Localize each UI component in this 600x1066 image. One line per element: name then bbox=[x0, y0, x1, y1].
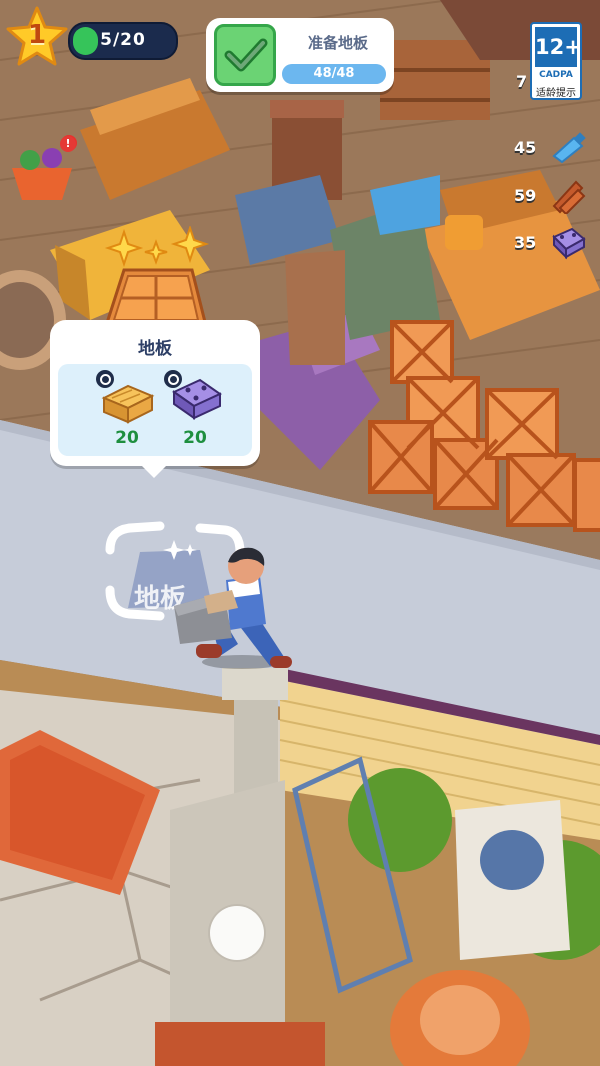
fruit-basket bbox=[12, 168, 72, 200]
popup-title: 地板 bbox=[138, 339, 172, 359]
notification-dot[interactable]: ! bbox=[60, 136, 76, 152]
materials-panel: 20 20 bbox=[58, 364, 252, 456]
floor-tile-icon bbox=[103, 226, 210, 328]
water-bottle-icon bbox=[552, 132, 586, 164]
brown-fridge bbox=[285, 250, 345, 365]
task-progress-text: 48/48 bbox=[313, 66, 355, 81]
resource-metal: 35 bbox=[510, 225, 590, 261]
material-metal[interactable]: 20 bbox=[160, 370, 230, 452]
task-card[interactable]: 准备地板 48/48 bbox=[206, 18, 394, 92]
check-icon bbox=[214, 24, 276, 86]
metal-plate-icon bbox=[552, 227, 586, 260]
material-wood[interactable]: 20 bbox=[92, 370, 162, 452]
resource-bottle: 45 bbox=[510, 130, 590, 166]
material-metal-count: 20 bbox=[183, 428, 207, 448]
resource-wood-count: 59 bbox=[514, 186, 537, 205]
floor-requirements-popup[interactable]: 地板 20 20 bbox=[50, 320, 260, 478]
metal-plate-icon bbox=[172, 378, 222, 420]
player-character[interactable] bbox=[168, 544, 298, 670]
age-rating-badge: 12+ CADPA 适龄提示 bbox=[530, 22, 582, 100]
wood-planks-icon bbox=[552, 180, 586, 214]
wood-block-icon bbox=[101, 384, 155, 424]
xp-progress-bar: 5/20 bbox=[68, 22, 178, 60]
virtual-joystick[interactable] bbox=[210, 906, 264, 960]
task-progress-bar: 48/48 bbox=[282, 64, 386, 84]
age-rating-number: 12+ bbox=[535, 27, 582, 67]
task-title: 准备地板 bbox=[307, 34, 368, 52]
level-number: 1 bbox=[27, 20, 47, 50]
wooden-shelf bbox=[380, 40, 490, 120]
resource-wood: 59 bbox=[510, 178, 590, 214]
material-wood-count: 20 bbox=[115, 428, 139, 448]
resource-count-partial: 7 bbox=[516, 72, 528, 91]
age-rating-brand: CADPA bbox=[539, 70, 573, 80]
resource-metal-count: 35 bbox=[514, 233, 537, 252]
age-rating-note: 适龄提示 bbox=[536, 88, 576, 99]
level-badge[interactable]: 1 bbox=[6, 6, 68, 68]
resource-bottle-count: 45 bbox=[514, 138, 537, 157]
xp-progress-text: 5/20 bbox=[100, 30, 146, 50]
